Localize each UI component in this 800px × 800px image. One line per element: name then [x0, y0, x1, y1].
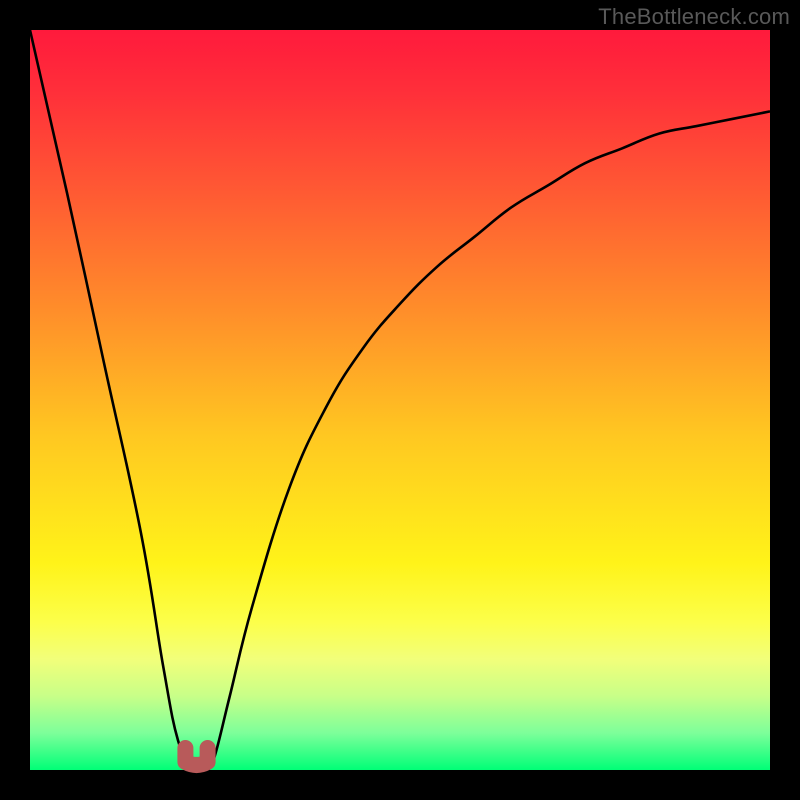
bottleneck-curve-svg	[30, 30, 770, 770]
minimum-marker	[185, 748, 207, 765]
bottleneck-curve-path	[30, 30, 770, 773]
plot-area	[30, 30, 770, 770]
watermark-text: TheBottleneck.com	[598, 4, 790, 30]
